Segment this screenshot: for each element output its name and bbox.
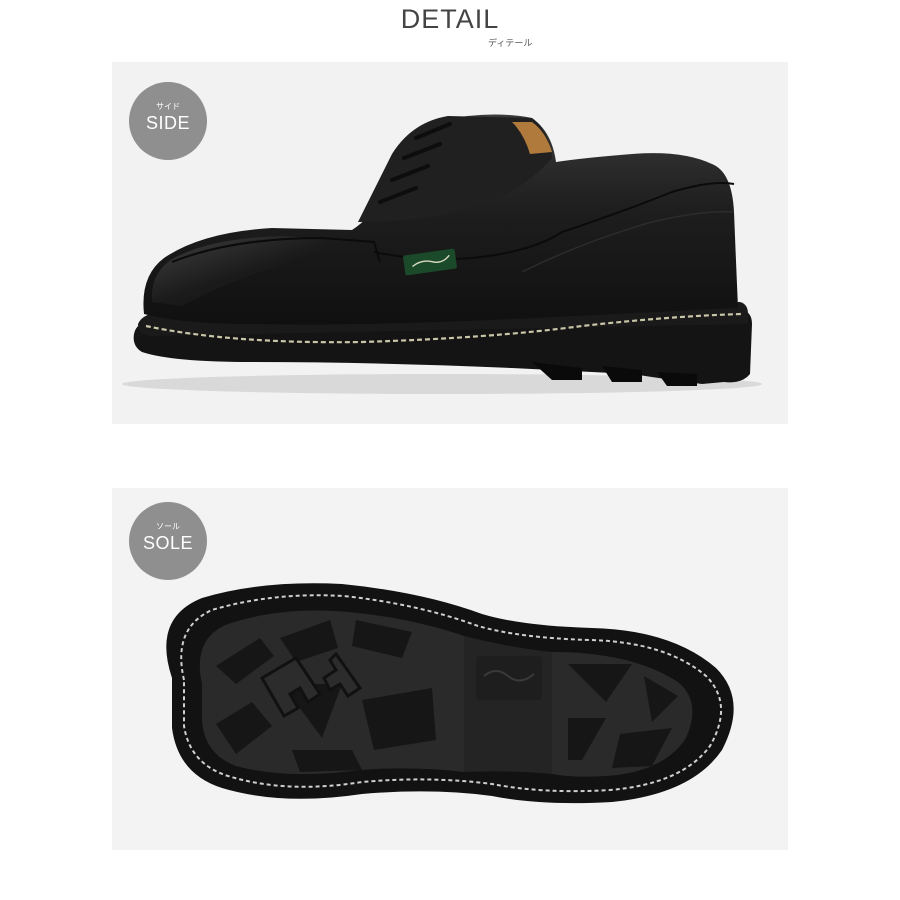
- sole-view-panel: ソール SOLE: [112, 488, 788, 850]
- sole-view-shoe-photo: [166, 583, 734, 804]
- side-badge: サイド SIDE: [129, 82, 207, 160]
- page-header: DETAIL ディテール: [0, 0, 900, 60]
- sole-badge: ソール SOLE: [129, 502, 207, 580]
- sole-badge-label: SOLE: [142, 533, 194, 553]
- side-badge-label: SIDE: [145, 113, 190, 133]
- page-subtitle: ディテール: [488, 38, 533, 48]
- side-badge-sub: サイド: [156, 102, 180, 111]
- side-view-panel: サイド SIDE: [112, 62, 788, 424]
- page-title: DETAIL: [400, 4, 500, 34]
- sole-badge-sub: ソール: [156, 522, 180, 531]
- side-view-shoe-photo: [122, 114, 762, 394]
